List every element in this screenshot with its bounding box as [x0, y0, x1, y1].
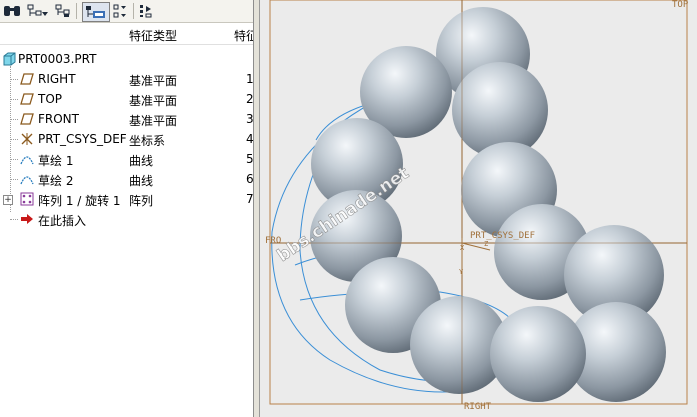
column-header: 特征类型 特征	[0, 24, 253, 45]
tree-item-type: 阵列	[129, 194, 154, 208]
datum-plane-icon	[20, 112, 34, 126]
tree-item-type: 曲线	[129, 174, 154, 188]
datum-plane-icon	[20, 72, 34, 86]
sketch-icon	[20, 152, 34, 166]
tree-filter-icon[interactable]	[26, 2, 50, 20]
datum-label-right: RIGHT	[464, 402, 492, 412]
datum-label-top: TOP	[672, 0, 689, 10]
layer-tree-icon[interactable]	[54, 2, 72, 20]
insert-here-arrow-icon	[20, 212, 34, 226]
tree-item-label: 草绘 1	[38, 154, 74, 168]
model-tree-panel: 特征类型 特征 PRT0003.PRT RIGHT 基准平面 1 TOP 基准平…	[0, 0, 254, 417]
graphics-canvas[interactable]: TOP FRO RIGHT PRT_CSYS_DEF X Y Z bbs.chi…	[260, 0, 697, 417]
part-icon	[2, 52, 16, 66]
pattern-sphere[interactable]	[490, 306, 586, 402]
toolbar-separator	[76, 3, 77, 19]
tree-item-type: 基准平面	[129, 114, 178, 128]
datum-label-front: FRO	[265, 236, 281, 246]
column-settings-icon[interactable]	[112, 2, 128, 20]
tree-item-label: TOP	[38, 92, 63, 106]
csys-axis-label: Z	[484, 240, 488, 248]
tree-item-pattern[interactable]: 阵列 1 / 旋转 1 阵列 7	[0, 189, 254, 209]
tree-item-csys[interactable]: PRT_CSYS_DEF 坐标系 4	[0, 129, 254, 149]
datum-plane-icon	[20, 92, 34, 106]
coordinate-system-icon	[20, 132, 34, 146]
csys-label: PRT_CSYS_DEF	[470, 231, 535, 241]
toolbar-separator	[133, 3, 134, 19]
tree-item-front[interactable]: FRONT 基准平面 3	[0, 109, 254, 129]
tree-root-label: PRT0003.PRT	[18, 52, 97, 66]
tree-root-row[interactable]: PRT0003.PRT	[0, 49, 253, 69]
column-header-number[interactable]: 特征	[234, 27, 253, 44]
tree-item-right[interactable]: RIGHT 基准平面 1	[0, 69, 254, 89]
tree-item-sketch-1[interactable]: 草绘 1 曲线 5	[0, 149, 254, 169]
tree-item-insert-here[interactable]: 在此插入	[0, 209, 253, 229]
tree-columns-icon[interactable]	[138, 2, 154, 20]
tree-item-label: 阵列 1 / 旋转 1	[38, 194, 121, 208]
tree-item-type: 基准平面	[129, 94, 178, 108]
tree-item-top[interactable]: TOP 基准平面 2	[0, 89, 254, 109]
binoculars-icon[interactable]	[2, 2, 22, 20]
column-header-type[interactable]: 特征类型	[129, 27, 177, 44]
model-tree-settings-icon[interactable]	[82, 2, 110, 22]
tree-item-label: FRONT	[38, 112, 79, 126]
tree-item-type: 基准平面	[129, 74, 178, 88]
model-tree-toolbar	[0, 0, 253, 23]
sketch-icon	[20, 172, 34, 186]
tree-item-label: RIGHT	[38, 72, 76, 86]
tree-item-label: PRT_CSYS_DEF	[38, 132, 127, 146]
tree-item-label: 草绘 2	[38, 174, 74, 188]
pattern-icon	[20, 192, 34, 206]
tree-item-type: 曲线	[129, 154, 154, 168]
tree-item-sketch-2[interactable]: 草绘 2 曲线 6	[0, 169, 254, 189]
tree-item-label: 在此插入	[38, 214, 87, 228]
tree-item-type: 坐标系	[129, 134, 166, 148]
